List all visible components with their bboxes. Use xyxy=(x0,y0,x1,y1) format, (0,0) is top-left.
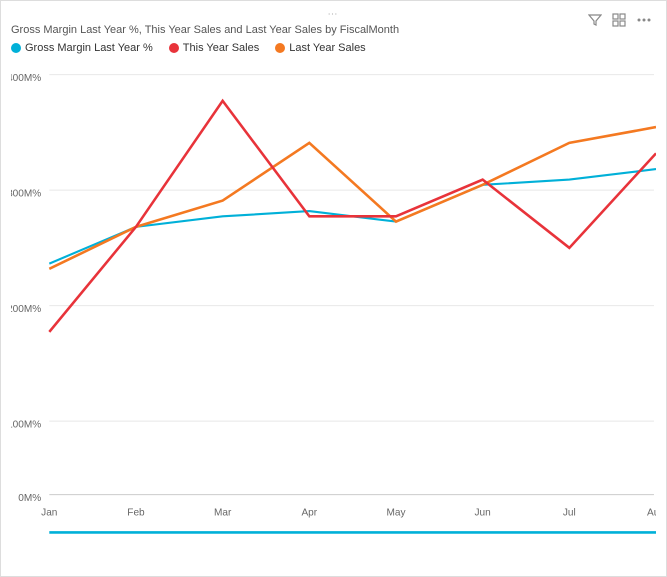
y-label-0: 0M% xyxy=(18,493,41,504)
y-label-400: 400M% xyxy=(11,73,41,84)
x-label-apr: Apr xyxy=(301,507,317,518)
legend-label-this-year: This Year Sales xyxy=(183,42,259,54)
chart-container: ⋯ Gross Margin Last Year %, This Year Sa… xyxy=(0,0,667,577)
chart-title: Gross Margin Last Year %, This Year Sale… xyxy=(11,24,656,36)
expand-icon xyxy=(612,13,626,27)
y-label-300: 300M% xyxy=(11,188,41,199)
line-last-year-sales xyxy=(49,127,656,269)
chart-svg: 400M% 300M% 200M% 100M% 0M% Jan Feb Mar … xyxy=(11,62,656,545)
legend-dot-gross-margin xyxy=(11,43,21,53)
chart-area: 400M% 300M% 200M% 100M% 0M% Jan Feb Mar … xyxy=(11,62,656,545)
x-label-feb: Feb xyxy=(127,507,145,518)
drag-handle[interactable]: ⋯ xyxy=(11,9,656,20)
legend-item-gross-margin: Gross Margin Last Year % xyxy=(11,42,153,54)
legend-dot-this-year xyxy=(169,43,179,53)
y-label-100: 100M% xyxy=(11,419,41,430)
y-label-200: 200M% xyxy=(11,304,41,315)
legend-item-last-year: Last Year Sales xyxy=(275,42,365,54)
x-label-jul: Jul xyxy=(563,507,576,518)
line-this-year-sales xyxy=(49,101,656,332)
more-icon xyxy=(636,13,652,27)
chart-legend: Gross Margin Last Year % This Year Sales… xyxy=(11,42,656,54)
filter-icon xyxy=(588,13,602,27)
expand-button[interactable] xyxy=(610,11,628,32)
filter-button[interactable] xyxy=(586,11,604,32)
toolbar xyxy=(586,11,654,32)
drag-handle-icon: ⋯ xyxy=(328,9,340,20)
more-button[interactable] xyxy=(634,11,654,32)
x-label-mar: Mar xyxy=(214,507,232,518)
legend-label-last-year: Last Year Sales xyxy=(289,42,365,54)
x-label-aug: Aug xyxy=(647,507,656,518)
legend-item-this-year: This Year Sales xyxy=(169,42,259,54)
x-label-jan: Jan xyxy=(41,507,58,518)
x-label-may: May xyxy=(386,507,406,518)
legend-dot-last-year xyxy=(275,43,285,53)
legend-label-gross-margin: Gross Margin Last Year % xyxy=(25,42,153,54)
x-label-jun: Jun xyxy=(475,507,492,518)
